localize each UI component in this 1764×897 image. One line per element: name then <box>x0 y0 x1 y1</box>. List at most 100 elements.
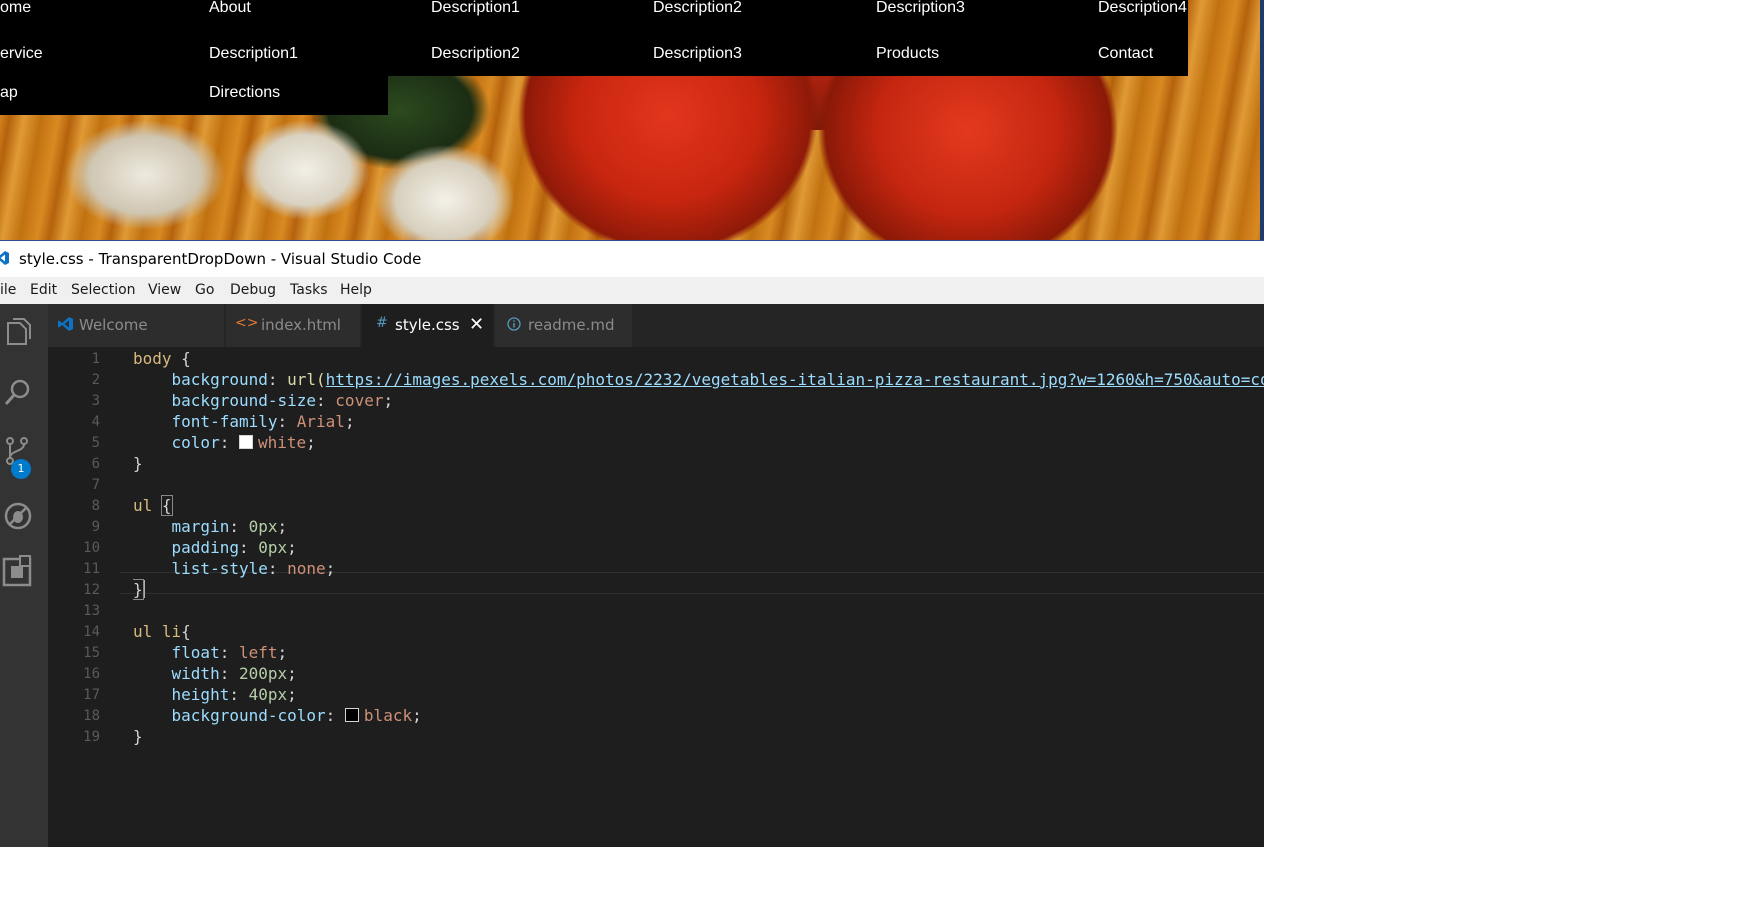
nav-item-label: Directions <box>209 84 281 101</box>
code-line: float: left; <box>171 643 288 662</box>
nav-item-description2[interactable]: Description2 <box>431 37 631 76</box>
nav-item-about[interactable]: About <box>209 0 409 24</box>
line-number: 8 <box>91 498 100 514</box>
line-number: 1 <box>91 351 100 367</box>
nav-item-label: Description1 <box>431 0 520 16</box>
css-property: background <box>171 370 268 389</box>
css-hash-icon: # <box>376 315 388 331</box>
menu-help[interactable]: Help <box>340 282 372 298</box>
code-line: ul { <box>133 495 173 516</box>
activity-bar: 1 <box>0 304 48 847</box>
css-selector: ul <box>133 496 153 515</box>
line-number: 11 <box>83 561 100 577</box>
code-line: background-color: black; <box>171 706 422 725</box>
vscode-icon <box>58 317 73 331</box>
menu-view[interactable]: View <box>148 282 181 298</box>
close-icon[interactable]: ✕ <box>469 314 484 335</box>
line-number: 2 <box>91 372 100 388</box>
menu-file[interactable]: ile <box>0 282 16 298</box>
code-line: font-family: Arial; <box>171 412 355 431</box>
nav-item-products[interactable]: Products <box>876 37 1076 76</box>
code-line: background: url(https://images.pexels.co… <box>133 370 1264 390</box>
brace: { <box>160 495 173 516</box>
code-line: width: 200px; <box>171 664 297 683</box>
nav-row-3: ap Directions <box>0 76 388 115</box>
line-number: 4 <box>91 414 100 430</box>
tab-label: Welcome <box>79 316 148 334</box>
code-editor[interactable]: body { background: url(https://images.pe… <box>133 347 1264 847</box>
brace: { <box>171 349 191 368</box>
nav-item-label: Description2 <box>653 0 742 16</box>
code-line: background-size: cover; <box>171 391 394 410</box>
nav-item-label: Products <box>876 45 940 62</box>
title-bar: style.css - TransparentDropDown - Visual… <box>0 241 1264 277</box>
css-property: color <box>171 433 220 452</box>
menu-tasks[interactable]: Tasks <box>290 282 328 298</box>
nav-item-home[interactable]: ome <box>0 0 200 24</box>
nav-item-service[interactable]: ervice <box>0 37 200 76</box>
css-value: 40px <box>248 685 288 704</box>
tab-label: style.css <box>395 316 460 334</box>
extensions-icon[interactable] <box>0 553 36 589</box>
nav-item-description1[interactable]: Description1 <box>209 37 409 76</box>
menu-go[interactable]: Go <box>195 282 214 298</box>
text-cursor <box>142 580 145 598</box>
code-line: ul li{ <box>133 622 191 642</box>
css-property: width <box>171 664 220 683</box>
menu-debug[interactable]: Debug <box>230 282 276 298</box>
color-swatch[interactable] <box>344 708 359 722</box>
line-number: 13 <box>83 603 100 619</box>
css-property: padding <box>171 538 239 557</box>
brace: } <box>133 727 143 746</box>
css-property: font-family <box>171 412 278 431</box>
css-value: Arial <box>296 412 345 431</box>
vscode-window: style.css - TransparentDropDown - Visual… <box>0 241 1264 847</box>
menu-selection[interactable]: Selection <box>71 282 136 298</box>
tab-welcome[interactable]: Welcome <box>48 304 224 347</box>
editor-area: 1 Welcome <> index.html # style.css ✕ re… <box>0 304 1264 847</box>
search-icon[interactable] <box>0 375 36 411</box>
css-value: white <box>257 433 307 452</box>
nav-item-label: Description4 <box>1098 0 1187 16</box>
line-number: 12 <box>83 582 100 598</box>
color-swatch[interactable] <box>238 435 253 449</box>
css-value: 0px <box>258 538 288 557</box>
code-line: height: 40px; <box>171 685 297 704</box>
tab-label: index.html <box>261 316 341 334</box>
nav-item-description3[interactable]: Description3 <box>876 0 1076 24</box>
line-number: 7 <box>91 477 100 493</box>
tab-readme-md[interactable]: readme.md <box>495 304 632 347</box>
window-title: style.css - TransparentDropDown - Visual… <box>19 250 422 268</box>
line-number: 16 <box>83 666 100 682</box>
menu-edit[interactable]: Edit <box>30 282 57 298</box>
css-value: black <box>363 706 413 725</box>
debug-icon[interactable] <box>0 498 36 534</box>
menu-bar: ile Edit Selection View Go Debug Tasks H… <box>0 277 1264 304</box>
nav-item-map[interactable]: ap <box>0 76 200 115</box>
line-number: 15 <box>83 645 100 661</box>
code-line: body { <box>133 349 191 369</box>
nav-item-contact[interactable]: Contact <box>1098 37 1264 76</box>
nav-item-description3[interactable]: Description3 <box>653 37 853 76</box>
line-number: 3 <box>91 393 100 409</box>
nav-item-label: ome <box>0 0 32 16</box>
nav-item-directions[interactable]: Directions <box>209 76 409 115</box>
line-number: 19 <box>83 729 100 745</box>
tab-index-html[interactable]: <> index.html <box>226 304 360 347</box>
css-property: float <box>171 643 220 662</box>
css-selector: body <box>133 349 172 368</box>
nav-item-description4[interactable]: Description4 <box>1098 0 1264 24</box>
nav-item-description1[interactable]: Description1 <box>431 0 631 24</box>
tab-style-css[interactable]: # style.css ✕ <box>362 304 493 347</box>
explorer-icon[interactable] <box>0 314 36 350</box>
source-control-badge: 1 <box>11 459 31 479</box>
line-number: 18 <box>83 708 100 724</box>
nav-item-label: Description3 <box>653 45 742 62</box>
nav-item-label: ap <box>0 84 18 101</box>
window-border <box>1260 0 1264 241</box>
nav-item-description2[interactable]: Description2 <box>653 0 853 24</box>
css-url-link[interactable]: https://images.pexels.com/photos/2232/ve… <box>326 370 1264 389</box>
html-icon: <> <box>235 315 259 331</box>
css-property: height <box>171 685 230 704</box>
nav-item-label: Contact <box>1098 45 1154 62</box>
